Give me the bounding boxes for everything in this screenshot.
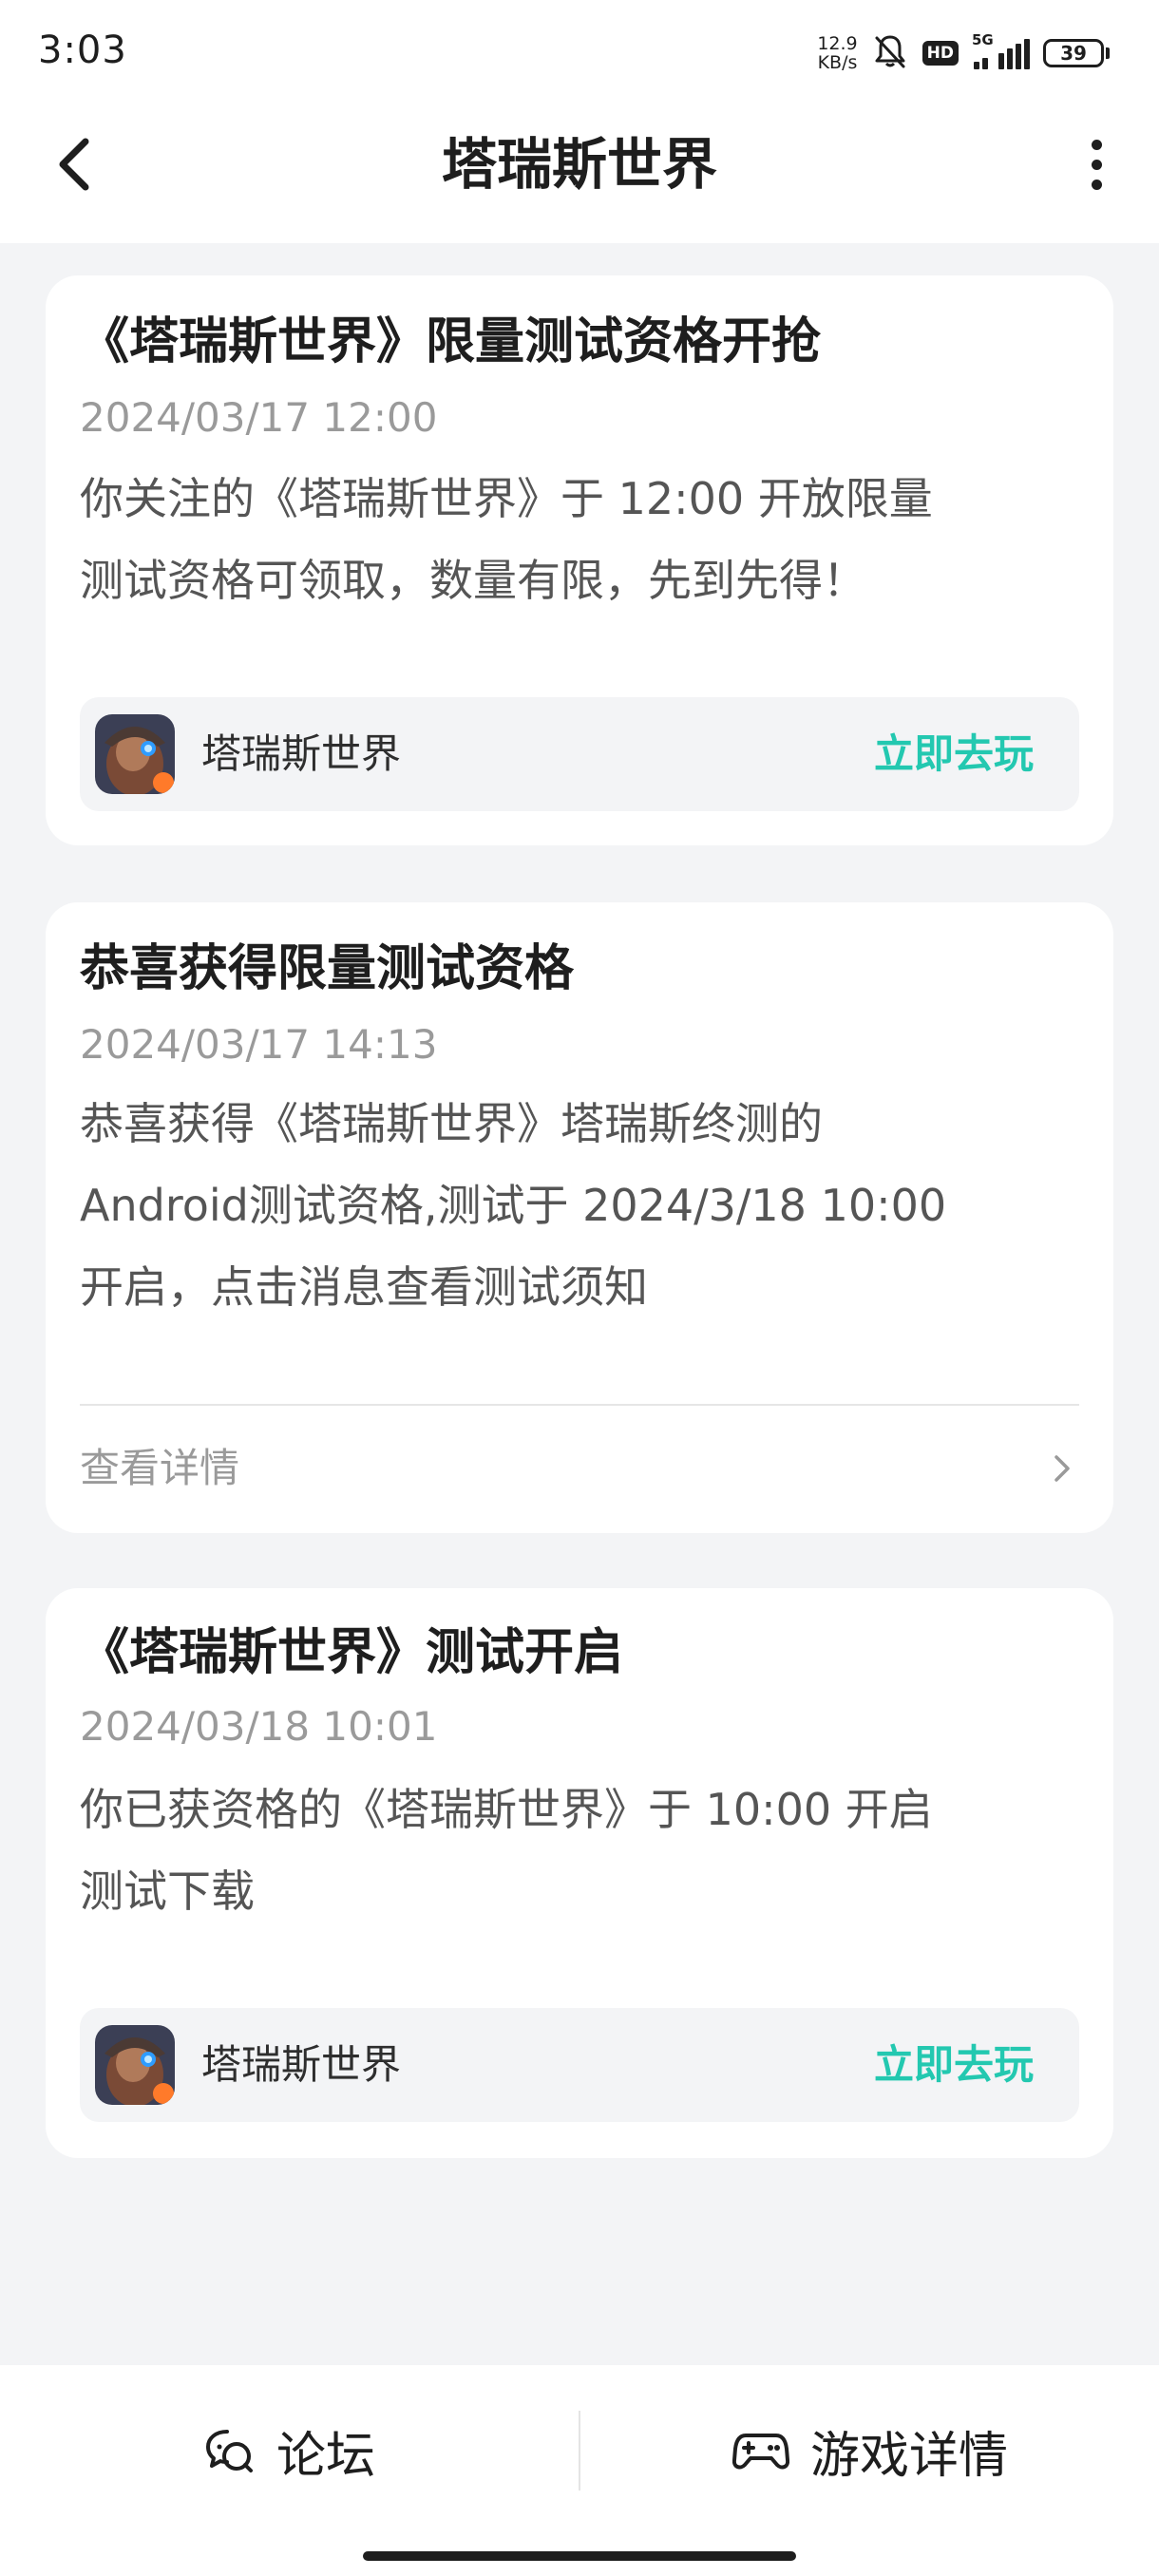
message-body-line: 测试下载 (80, 1866, 255, 1917)
message-title: 恭喜获得限量测试资格 (80, 940, 575, 997)
game-strip[interactable]: 塔瑞斯世界 立即去玩 (80, 697, 1079, 811)
game-name: 塔瑞斯世界 (201, 2041, 402, 2088)
bottom-divider (579, 2411, 580, 2491)
message-card[interactable]: 《塔瑞斯世界》限量测试资格开抢 2024/03/17 12:00 你关注的《塔瑞… (46, 275, 1113, 845)
hd-icon: HD (922, 41, 959, 66)
home-indicator[interactable] (363, 2551, 796, 2561)
forum-button[interactable]: 论坛 (0, 2403, 578, 2498)
signal-bar (974, 62, 979, 69)
message-date: 2024/03/17 14:13 (80, 1021, 438, 1068)
message-title: 《塔瑞斯世界》测试开启 (80, 1624, 624, 1681)
network-speed-unit: KB/s (817, 52, 858, 73)
message-date: 2024/03/18 10:01 (80, 1703, 438, 1750)
play-now-button[interactable]: 立即去玩 (874, 2008, 1034, 2122)
status-icons: 12.9 KB/s HD 5G 39 (817, 30, 1110, 76)
signal-bar (1016, 44, 1021, 69)
top-bar: 3:03 12.9 KB/s HD 5G 39 塔瑞斯世界 (0, 0, 1159, 243)
message-body-line: 恭喜获得《塔瑞斯世界》塔瑞斯终测的 (80, 1098, 823, 1149)
message-body-line: Android测试资格,测试于 2024/3/18 10:00 (80, 1180, 947, 1231)
gamepad-icon (732, 2434, 789, 2470)
battery-icon: 39 (1043, 39, 1110, 67)
network-speed-value: 12.9 (817, 33, 858, 54)
network-speed: 12.9 KB/s (817, 34, 857, 72)
game-name: 塔瑞斯世界 (201, 730, 402, 777)
chevron-right-icon (1054, 1455, 1070, 1482)
signal-bar (982, 58, 988, 69)
message-date: 2024/03/17 12:00 (80, 394, 438, 441)
more-vertical-icon (1091, 159, 1102, 170)
signal-bar (998, 53, 1004, 69)
game-detail-button[interactable]: 游戏详情 (581, 2403, 1159, 2498)
message-body-line: 你已获资格的《塔瑞斯世界》于 10:00 开启 (80, 1784, 933, 1835)
message-card[interactable]: 恭喜获得限量测试资格 2024/03/17 14:13 恭喜获得《塔瑞斯世界》塔… (46, 902, 1113, 1533)
message-body-line: 测试资格可领取，数量有限，先到先得！ (80, 555, 866, 606)
divider (80, 1404, 1079, 1406)
signal-bar (1024, 39, 1030, 69)
network-type: 5G (972, 31, 994, 48)
more-vertical-icon (1091, 179, 1102, 190)
signal-icon: 5G (972, 31, 1030, 69)
status-time: 3:03 (38, 28, 127, 72)
more-vertical-icon (1091, 139, 1102, 150)
message-body: 恭喜获得《塔瑞斯世界》塔瑞斯终测的 Android测试资格,测试于 2024/3… (80, 1083, 1087, 1328)
forum-label: 论坛 (276, 2427, 375, 2485)
bottom-bar: 论坛 游戏详情 (0, 2365, 1159, 2576)
signal-bar (1007, 48, 1013, 69)
message-body: 你关注的《塔瑞斯世界》于 12:00 开放限量 测试资格可领取，数量有限，先到先… (80, 458, 1087, 621)
message-title: 《塔瑞斯世界》限量测试资格开抢 (80, 313, 822, 370)
game-app-icon (95, 714, 175, 794)
message-card[interactable]: 《塔瑞斯世界》测试开启 2024/03/18 10:01 你已获资格的《塔瑞斯世… (46, 1588, 1113, 2158)
message-body-line: 开启，点击消息查看测试须知 (80, 1261, 648, 1313)
game-detail-label: 游戏详情 (809, 2427, 1008, 2485)
forum-chat-icon (205, 2430, 253, 2472)
message-body-line: 你关注的《塔瑞斯世界》于 12:00 开放限量 (80, 473, 933, 524)
page-title: 塔瑞斯世界 (441, 132, 717, 197)
view-details-label: 查看详情 (80, 1445, 240, 1491)
game-app-icon (95, 2025, 175, 2105)
message-body: 你已获资格的《塔瑞斯世界》于 10:00 开启 测试下载 (80, 1769, 1087, 1932)
game-strip[interactable]: 塔瑞斯世界 立即去玩 (80, 2008, 1079, 2122)
more-options-button[interactable] (1068, 133, 1125, 196)
battery-level: 39 (1043, 39, 1104, 67)
view-details-link[interactable]: 查看详情 (80, 1430, 1079, 1506)
battery-tip (1106, 47, 1110, 59)
play-now-button[interactable]: 立即去玩 (874, 697, 1034, 811)
mute-bell-icon (871, 32, 909, 74)
